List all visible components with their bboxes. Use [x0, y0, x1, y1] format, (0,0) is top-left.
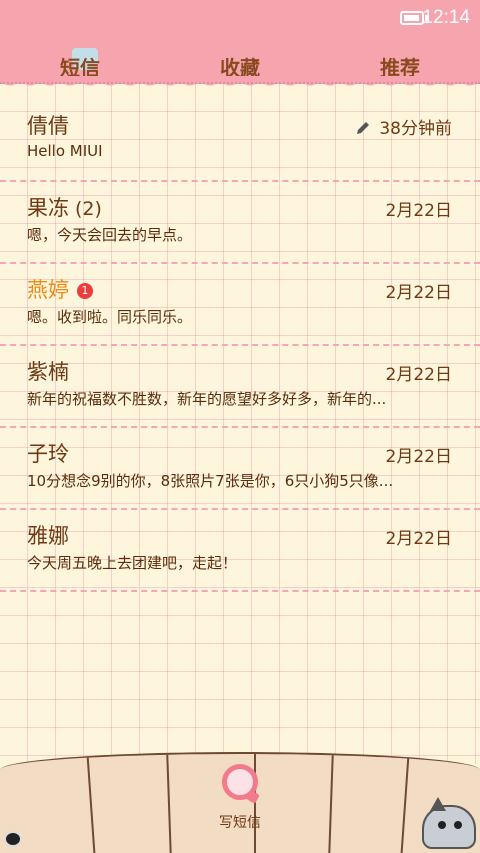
thread-preview: 嗯。收到啦。同乐同乐。: [27, 308, 193, 326]
status-time: 12:14: [422, 7, 470, 28]
floor-plank-line: [328, 754, 334, 853]
thread-preview: 10分想念9别的你，8张照片7张是你，6只小狗5只像...: [27, 472, 394, 490]
thread-preview: 今天周五晚上去团建吧，走起！: [27, 554, 238, 572]
status-bar: 12:14: [0, 0, 480, 36]
thread-date-text: 38分钟前: [379, 119, 452, 139]
cat-eye: [438, 821, 446, 829]
thread-contact-name-text: 燕婷: [27, 278, 69, 302]
floor-plank-line: [86, 754, 96, 853]
thread-preview: Hello MIUI: [27, 142, 103, 160]
compose-message-button[interactable]: 写短信: [210, 760, 270, 832]
thread-date: 2月22日: [385, 529, 452, 549]
unread-badge: 1: [77, 283, 93, 299]
cat-eye: [454, 821, 462, 829]
thread-date: 38分钟前: [355, 114, 452, 139]
thread-row[interactable]: 紫楠 2月22日 新年的祝福数不胜数，新年的愿望好多好多，新年的...: [0, 346, 480, 428]
thread-date: 2月22日: [385, 201, 452, 221]
thread-date: 2月22日: [385, 447, 452, 467]
row-divider: [0, 590, 480, 592]
thread-contact-name: 果冻 (2): [27, 192, 102, 222]
thread-row[interactable]: 燕婷 1 2月22日 嗯。收到啦。同乐同乐。: [0, 264, 480, 346]
floor-plank-line: [400, 754, 410, 853]
header: 12:14 短信 收藏 推荐: [0, 0, 480, 84]
thread-preview: 嗯，今天会回去的早点。: [27, 226, 193, 244]
compose-label: 写短信: [219, 815, 261, 831]
thread-contact-name: 燕婷 1: [27, 274, 93, 304]
thread-contact-name-text: 果冻: [27, 196, 69, 220]
lace-edge-decoration: [0, 76, 480, 92]
thread-row[interactable]: 雅娜 2月22日 今天周五晚上去团建吧，走起！: [0, 510, 480, 592]
floor-plank-line: [166, 754, 172, 853]
thread-date: 2月22日: [385, 365, 452, 385]
thread-row[interactable]: 倩倩 38分钟前 Hello MIUI: [0, 100, 480, 182]
thread-contact-name: 雅娜: [27, 524, 69, 548]
battery-icon: [400, 11, 424, 25]
draft-pencil-icon: [357, 122, 370, 134]
thread-contact-name: 倩倩: [27, 114, 69, 138]
thread-message-count: (2): [75, 198, 102, 220]
thread-preview: 新年的祝福数不胜数，新年的愿望好多好多，新年的...: [27, 390, 387, 408]
cat-mascot-icon: [422, 797, 476, 849]
thread-row[interactable]: 子玲 2月22日 10分想念9别的你，8张照片7张是你，6只小狗5只像...: [0, 428, 480, 510]
lace-stitch-line: [0, 82, 480, 84]
yarn-ball-icon: [4, 831, 22, 847]
thread-row[interactable]: 果冻 (2) 2月22日 嗯，今天会回去的早点。: [0, 182, 480, 264]
thread-date: 2月22日: [385, 283, 452, 303]
thread-contact-name: 子玲: [27, 442, 69, 466]
thread-contact-name: 紫楠: [27, 360, 69, 384]
